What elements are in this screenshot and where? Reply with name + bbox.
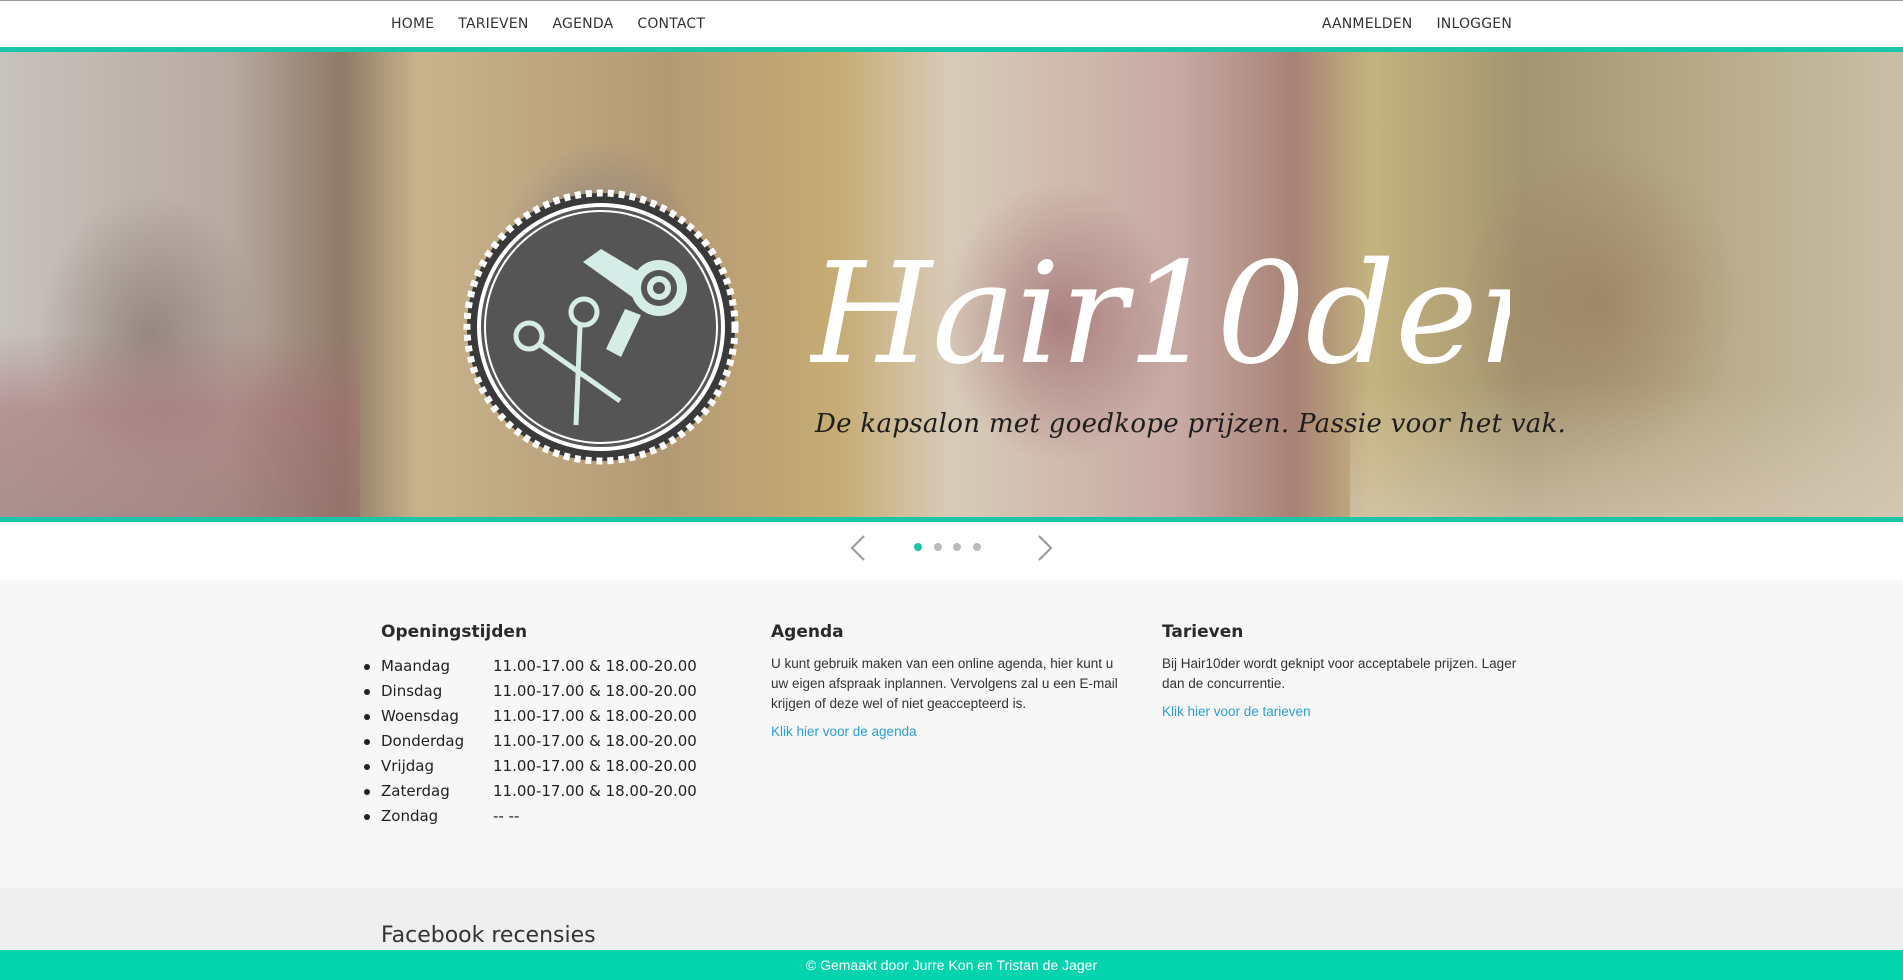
nav-agenda[interactable]: AGENDA [541, 16, 626, 32]
opening-hours-day: Zaterdag [381, 782, 450, 800]
tarieven-link[interactable]: Klik hier voor de tarieven [1162, 704, 1311, 719]
slider-dot[interactable] [972, 543, 981, 551]
opening-hours-time: -- -- [493, 807, 520, 825]
opening-hours-row: Zondag -- -- [364, 804, 721, 829]
hero-slider: Hair10der De kapsalon met goedkope prijz… [0, 47, 1903, 522]
facebook-reviews-title: Facebook recensies [381, 923, 596, 948]
slider-dot[interactable] [953, 543, 961, 551]
opening-hours-row: Donderdag 11.00-17.00 & 18.00-20.00 [364, 729, 721, 754]
opening-hours-time: 11.00-17.00 & 18.00-20.00 [493, 757, 697, 775]
opening-hours-time: 11.00-17.00 & 18.00-20.00 [493, 707, 697, 725]
hero-background-blur [0, 332, 360, 517]
opening-hours-row: Dinsdag 11.00-17.00 & 18.00-20.00 [364, 679, 721, 704]
nav-inloggen[interactable]: INLOGGEN [1424, 16, 1524, 32]
nav-aanmelden[interactable]: AANMELDEN [1310, 16, 1425, 32]
nav-right: AANMELDEN INLOGGEN [1310, 1, 1524, 47]
opening-hours-title: Openingstijden [381, 622, 528, 642]
opening-hours-day: Dinsdag [381, 682, 443, 700]
opening-hours-row: Vrijdag 11.00-17.00 & 18.00-20.00 [364, 754, 721, 779]
opening-hours-row: Maandag 11.00-17.00 & 18.00-20.00 [364, 654, 721, 679]
slider-dot[interactable] [933, 543, 942, 551]
top-navbar: HOME TARIEVEN AGENDA CONTACT AANMELDEN I… [0, 0, 1903, 47]
tarieven-title: Tarieven [1162, 622, 1244, 642]
opening-hours-day: Maandag [381, 657, 451, 675]
opening-hours-day: Zondag [381, 807, 439, 825]
agenda-text: U kunt gebruik maken van een online agen… [771, 656, 1118, 711]
opening-hours-row: Woensdag 11.00-17.00 & 18.00-20.00 [364, 704, 721, 729]
opening-hours-time: 11.00-17.00 & 18.00-20.00 [493, 657, 697, 675]
opening-hours-day: Woensdag [381, 707, 459, 725]
slider-next-button[interactable] [1032, 534, 1056, 562]
agenda-column: Agenda U kunt gebruik maken van een onli… [771, 622, 1131, 741]
chevron-right-icon [1038, 535, 1053, 561]
agenda-title: Agenda [771, 622, 844, 642]
logo-scalloped-border [463, 189, 739, 465]
brand-wordmark: Hair10der [810, 233, 1510, 396]
opening-hours-day: Donderdag [381, 732, 465, 750]
slider-dot[interactable] [914, 543, 922, 551]
slider-prev-button[interactable] [847, 534, 871, 562]
nav-home[interactable]: HOME [379, 16, 446, 32]
agenda-link[interactable]: Klik hier voor de agenda [771, 724, 917, 739]
slider-controls [0, 522, 1903, 580]
brand-title: Hair10der [810, 233, 1510, 396]
opening-hours-time: 11.00-17.00 & 18.00-20.00 [493, 682, 697, 700]
nav-tarieven[interactable]: TARIEVEN [446, 16, 540, 32]
slider-dots [914, 543, 992, 551]
footer: © Gemaakt door Jurre Kon en Tristan de J… [0, 950, 1903, 980]
tarieven-column: Tarieven Bij Hair10der wordt geknipt voo… [1162, 622, 1522, 721]
salon-logo [463, 189, 739, 465]
opening-hours-time: 11.00-17.00 & 18.00-20.00 [493, 782, 697, 800]
chevron-left-icon [850, 535, 865, 561]
nav-left: HOME TARIEVEN AGENDA CONTACT [379, 1, 717, 47]
nav-contact[interactable]: CONTACT [625, 16, 717, 32]
info-section: Openingstijden Maandag 11.00-17.00 & 18.0… [0, 580, 1903, 888]
opening-hours-day: Vrijdag [381, 757, 434, 775]
opening-hours-row: Zaterdag 11.00-17.00 & 18.00-20.00 [364, 779, 721, 804]
opening-hours-column: Openingstijden Maandag 11.00-17.00 & 18.0… [364, 622, 721, 829]
opening-hours-time: 11.00-17.00 & 18.00-20.00 [493, 732, 697, 750]
hero-tagline: De kapsalon met goedkope prijzen. Passie… [815, 409, 1567, 439]
tarieven-text: Bij Hair10der wordt geknipt voor accepta… [1162, 656, 1517, 691]
opening-hours-list: Maandag 11.00-17.00 & 18.00-20.00 Dinsdag 1… [364, 654, 721, 829]
